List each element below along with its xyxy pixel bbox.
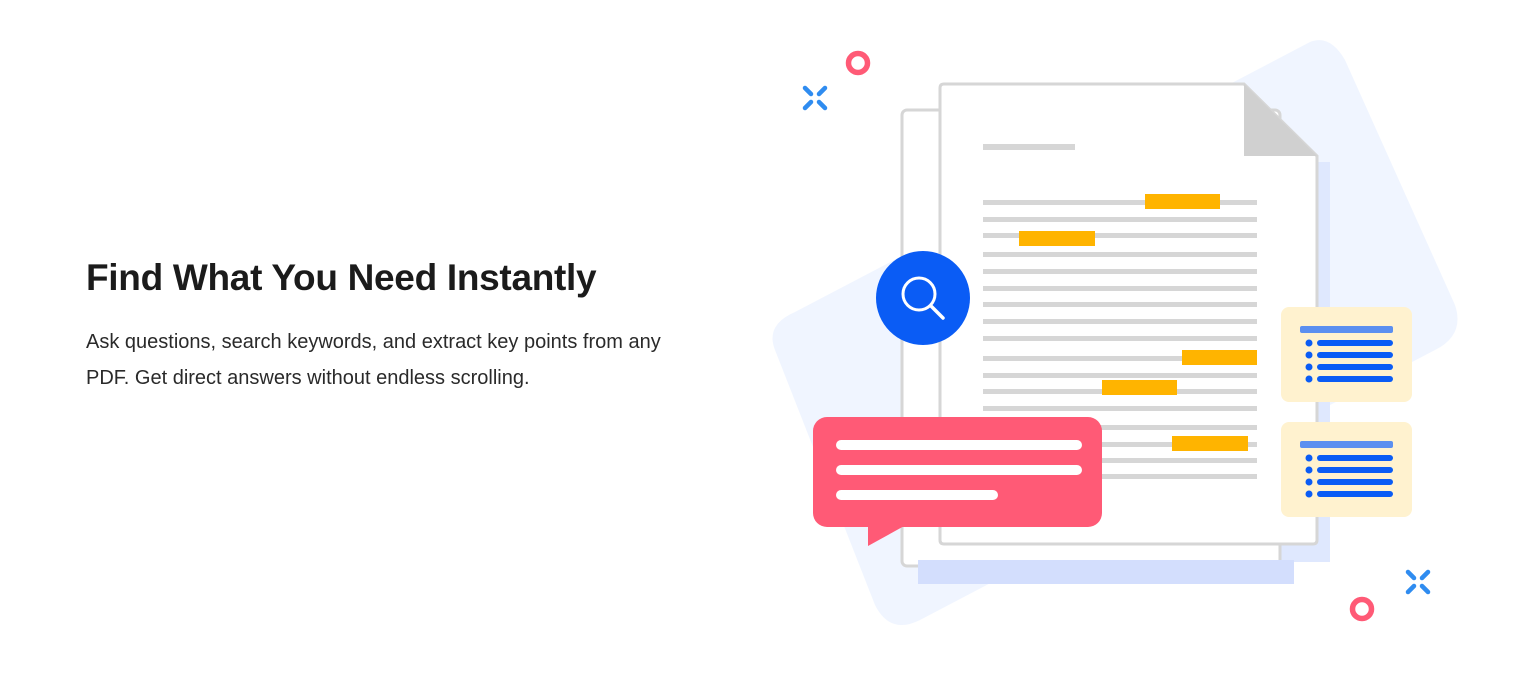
search-icon	[876, 251, 970, 345]
text-line	[983, 406, 1257, 411]
feature-text: Find What You Need Instantly Ask questio…	[86, 252, 686, 396]
feature-description: Ask questions, search keywords, and extr…	[86, 331, 661, 389]
text-line	[983, 269, 1257, 274]
text-line	[983, 336, 1257, 341]
list-card-icon	[1281, 422, 1412, 517]
sparkle-icon	[1405, 569, 1431, 595]
text-line	[983, 302, 1257, 307]
feature-title: Find What You Need Instantly	[86, 257, 597, 298]
list-card-icon	[1281, 307, 1412, 402]
sparkle-icon	[802, 85, 828, 111]
chat-bubble-icon	[813, 417, 1102, 546]
text-line	[983, 252, 1257, 257]
text-line	[983, 319, 1257, 324]
pdf-search-illustration	[770, 40, 1470, 640]
text-line	[983, 286, 1257, 291]
text-line	[983, 217, 1257, 222]
ring-icon	[1349, 596, 1375, 622]
text-line	[983, 373, 1257, 378]
ring-icon	[845, 50, 871, 76]
